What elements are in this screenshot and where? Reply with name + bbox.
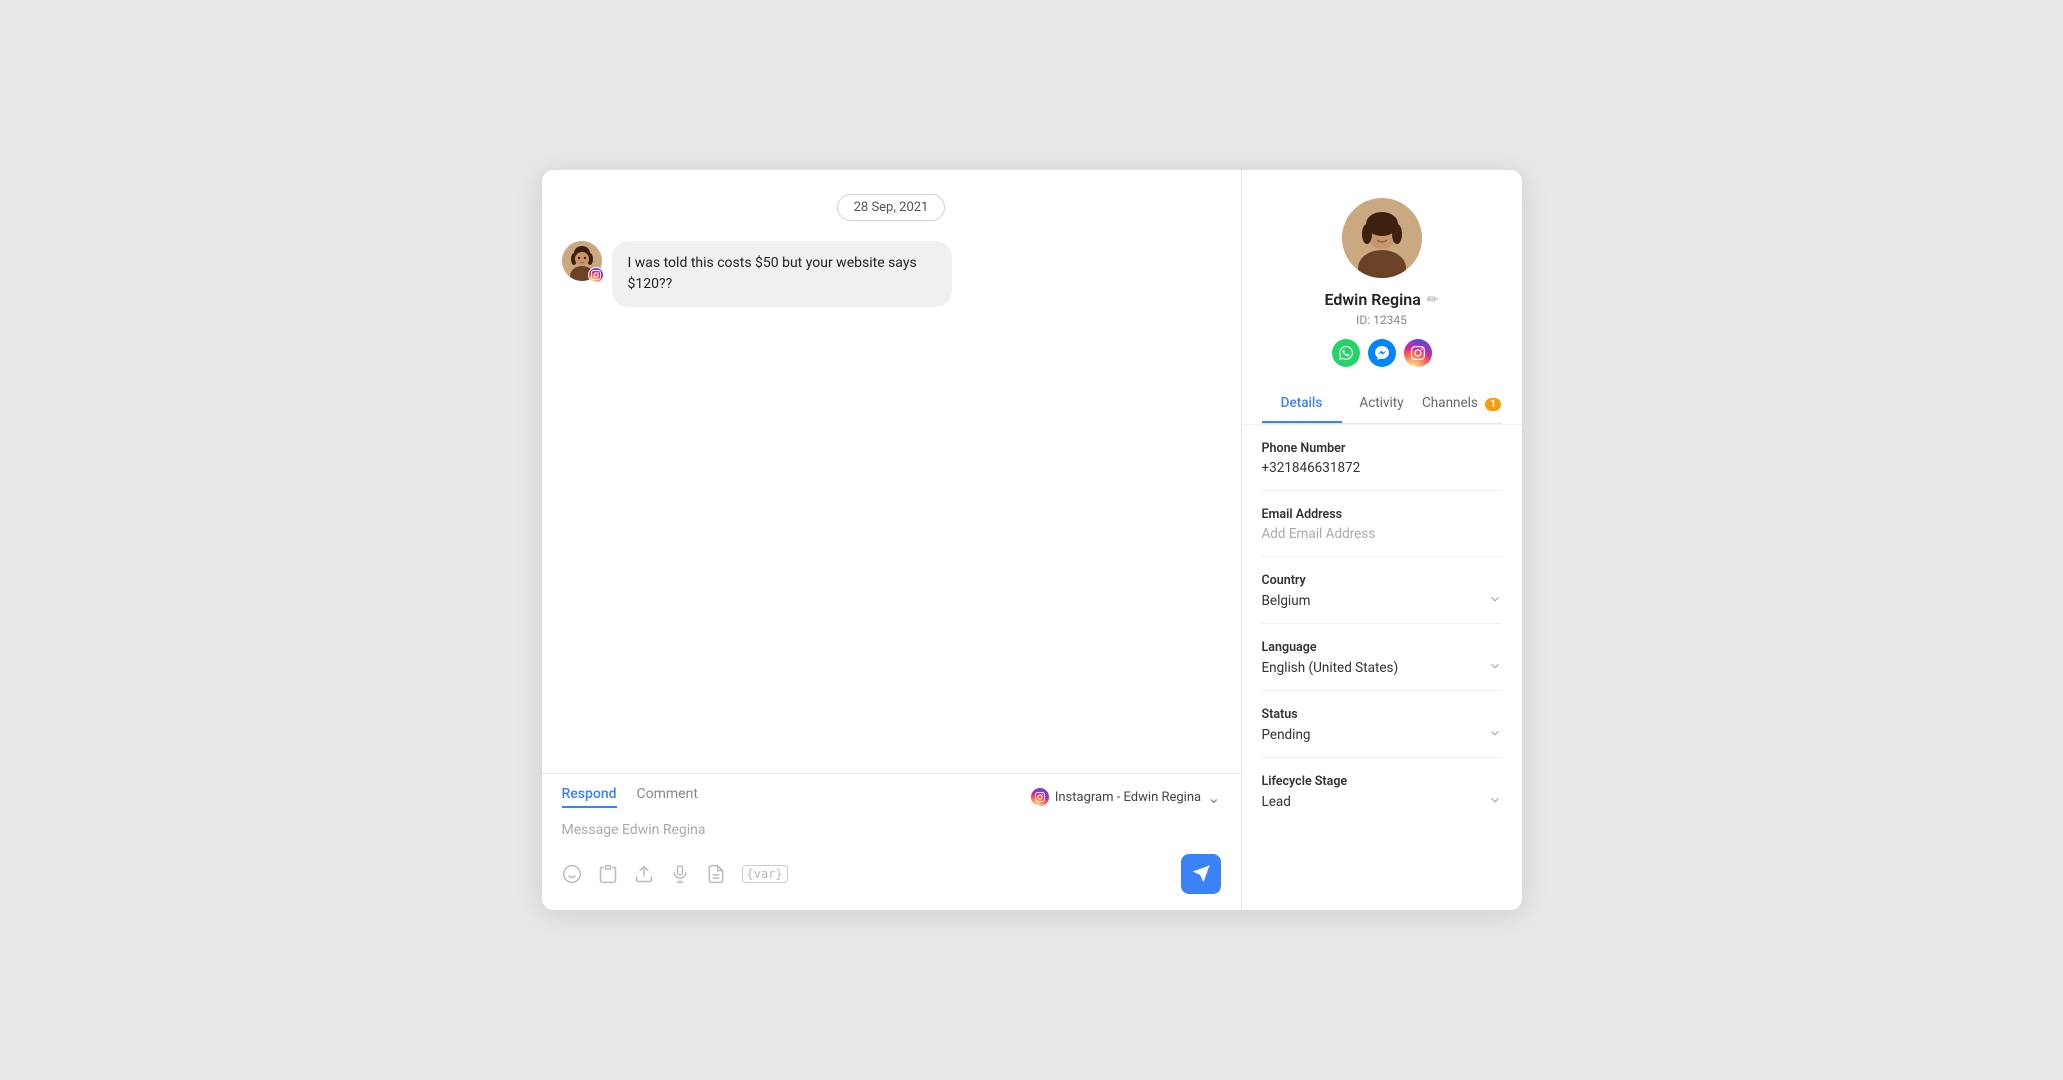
status-group: Status Pending	[1262, 707, 1502, 758]
mic-icon[interactable]	[670, 864, 690, 884]
lifecycle-select[interactable]: Lead	[1262, 793, 1502, 810]
contact-tabs: Details Activity Channels 1	[1262, 383, 1502, 424]
chat-input-area: Respond Comment Instagram - Edwin Regina…	[542, 773, 1241, 910]
status-select[interactable]: Pending	[1262, 726, 1502, 743]
status-value: Pending	[1262, 727, 1311, 743]
language-value: English (United States)	[1262, 660, 1399, 676]
message-input-placeholder[interactable]: Message Edwin Regina	[562, 818, 1221, 842]
tab-respond[interactable]: Respond	[562, 786, 617, 808]
email-value[interactable]: Add Email Address	[1262, 526, 1502, 542]
email-label: Email Address	[1262, 507, 1502, 522]
instagram-badge-icon	[588, 267, 604, 283]
contact-name-row: Edwin Regina ✏	[1324, 290, 1438, 309]
language-chevron-icon	[1488, 659, 1502, 676]
country-label: Country	[1262, 573, 1502, 588]
variable-icon[interactable]: {var}	[742, 865, 788, 883]
message-bubble: I was told this costs $50 but your websi…	[612, 241, 952, 307]
language-group: Language English (United States)	[1262, 640, 1502, 691]
contact-name: Edwin Regina	[1324, 290, 1420, 309]
chat-toolbar: {var}	[562, 854, 1221, 894]
lifecycle-group: Lifecycle Stage Lead	[1262, 774, 1502, 824]
country-group: Country Belgium	[1262, 573, 1502, 624]
message-row: I was told this costs $50 but your websi…	[562, 241, 1221, 307]
channels-badge: 1	[1485, 398, 1501, 411]
country-value: Belgium	[1262, 593, 1311, 609]
chat-tabs: Respond Comment Instagram - Edwin Regina…	[562, 786, 1221, 808]
tab-channels[interactable]: Channels 1	[1422, 383, 1502, 423]
tab-activity[interactable]: Activity	[1342, 383, 1422, 423]
phone-label: Phone Number	[1262, 441, 1502, 456]
instagram-icon[interactable]	[1404, 339, 1432, 367]
phone-group: Phone Number +321846631872	[1262, 441, 1502, 491]
country-select[interactable]: Belgium	[1262, 592, 1502, 609]
language-select[interactable]: English (United States)	[1262, 659, 1502, 676]
edit-contact-icon[interactable]: ✏	[1427, 292, 1439, 308]
instagram-channel-icon	[1031, 788, 1049, 806]
status-chevron-icon	[1488, 726, 1502, 743]
toolbar-icons: {var}	[562, 864, 788, 884]
channel-chevron-icon: ⌄	[1207, 788, 1220, 807]
email-group: Email Address Add Email Address	[1262, 507, 1502, 557]
upload-icon[interactable]	[634, 864, 654, 884]
phone-value: +321846631872	[1262, 460, 1502, 476]
language-label: Language	[1262, 640, 1502, 655]
lifecycle-label: Lifecycle Stage	[1262, 774, 1502, 789]
clipboard-icon[interactable]	[598, 864, 618, 884]
contact-panel: Edwin Regina ✏ ID: 12345	[1242, 170, 1522, 910]
lifecycle-value: Lead	[1262, 794, 1291, 810]
messenger-icon[interactable]	[1368, 339, 1396, 367]
send-button[interactable]	[1181, 854, 1221, 894]
whatsapp-icon[interactable]	[1332, 339, 1360, 367]
contact-details: Phone Number +321846631872 Email Address…	[1242, 425, 1522, 856]
date-badge: 28 Sep, 2021	[837, 194, 946, 221]
contact-channels	[1332, 339, 1432, 367]
contact-header: Edwin Regina ✏ ID: 12345	[1242, 170, 1522, 425]
channel-selector[interactable]: Instagram - Edwin Regina ⌄	[1031, 788, 1221, 807]
channel-selector-label: Instagram - Edwin Regina	[1055, 790, 1201, 805]
country-chevron-icon	[1488, 592, 1502, 609]
contact-avatar	[1342, 198, 1422, 278]
tab-details[interactable]: Details	[1262, 383, 1342, 423]
contact-id: ID: 12345	[1356, 313, 1407, 327]
user-avatar-wrap	[562, 241, 602, 281]
chat-messages: 28 Sep, 2021	[542, 170, 1241, 773]
chat-tab-group: Respond Comment	[562, 786, 698, 808]
chat-panel: 28 Sep, 2021	[542, 170, 1242, 910]
lifecycle-chevron-icon	[1488, 793, 1502, 810]
app-container: 28 Sep, 2021	[542, 170, 1522, 910]
tab-comment[interactable]: Comment	[637, 786, 698, 808]
note-icon[interactable]	[706, 864, 726, 884]
date-badge-row: 28 Sep, 2021	[562, 194, 1221, 221]
emoji-icon[interactable]	[562, 864, 582, 884]
status-label: Status	[1262, 707, 1502, 722]
